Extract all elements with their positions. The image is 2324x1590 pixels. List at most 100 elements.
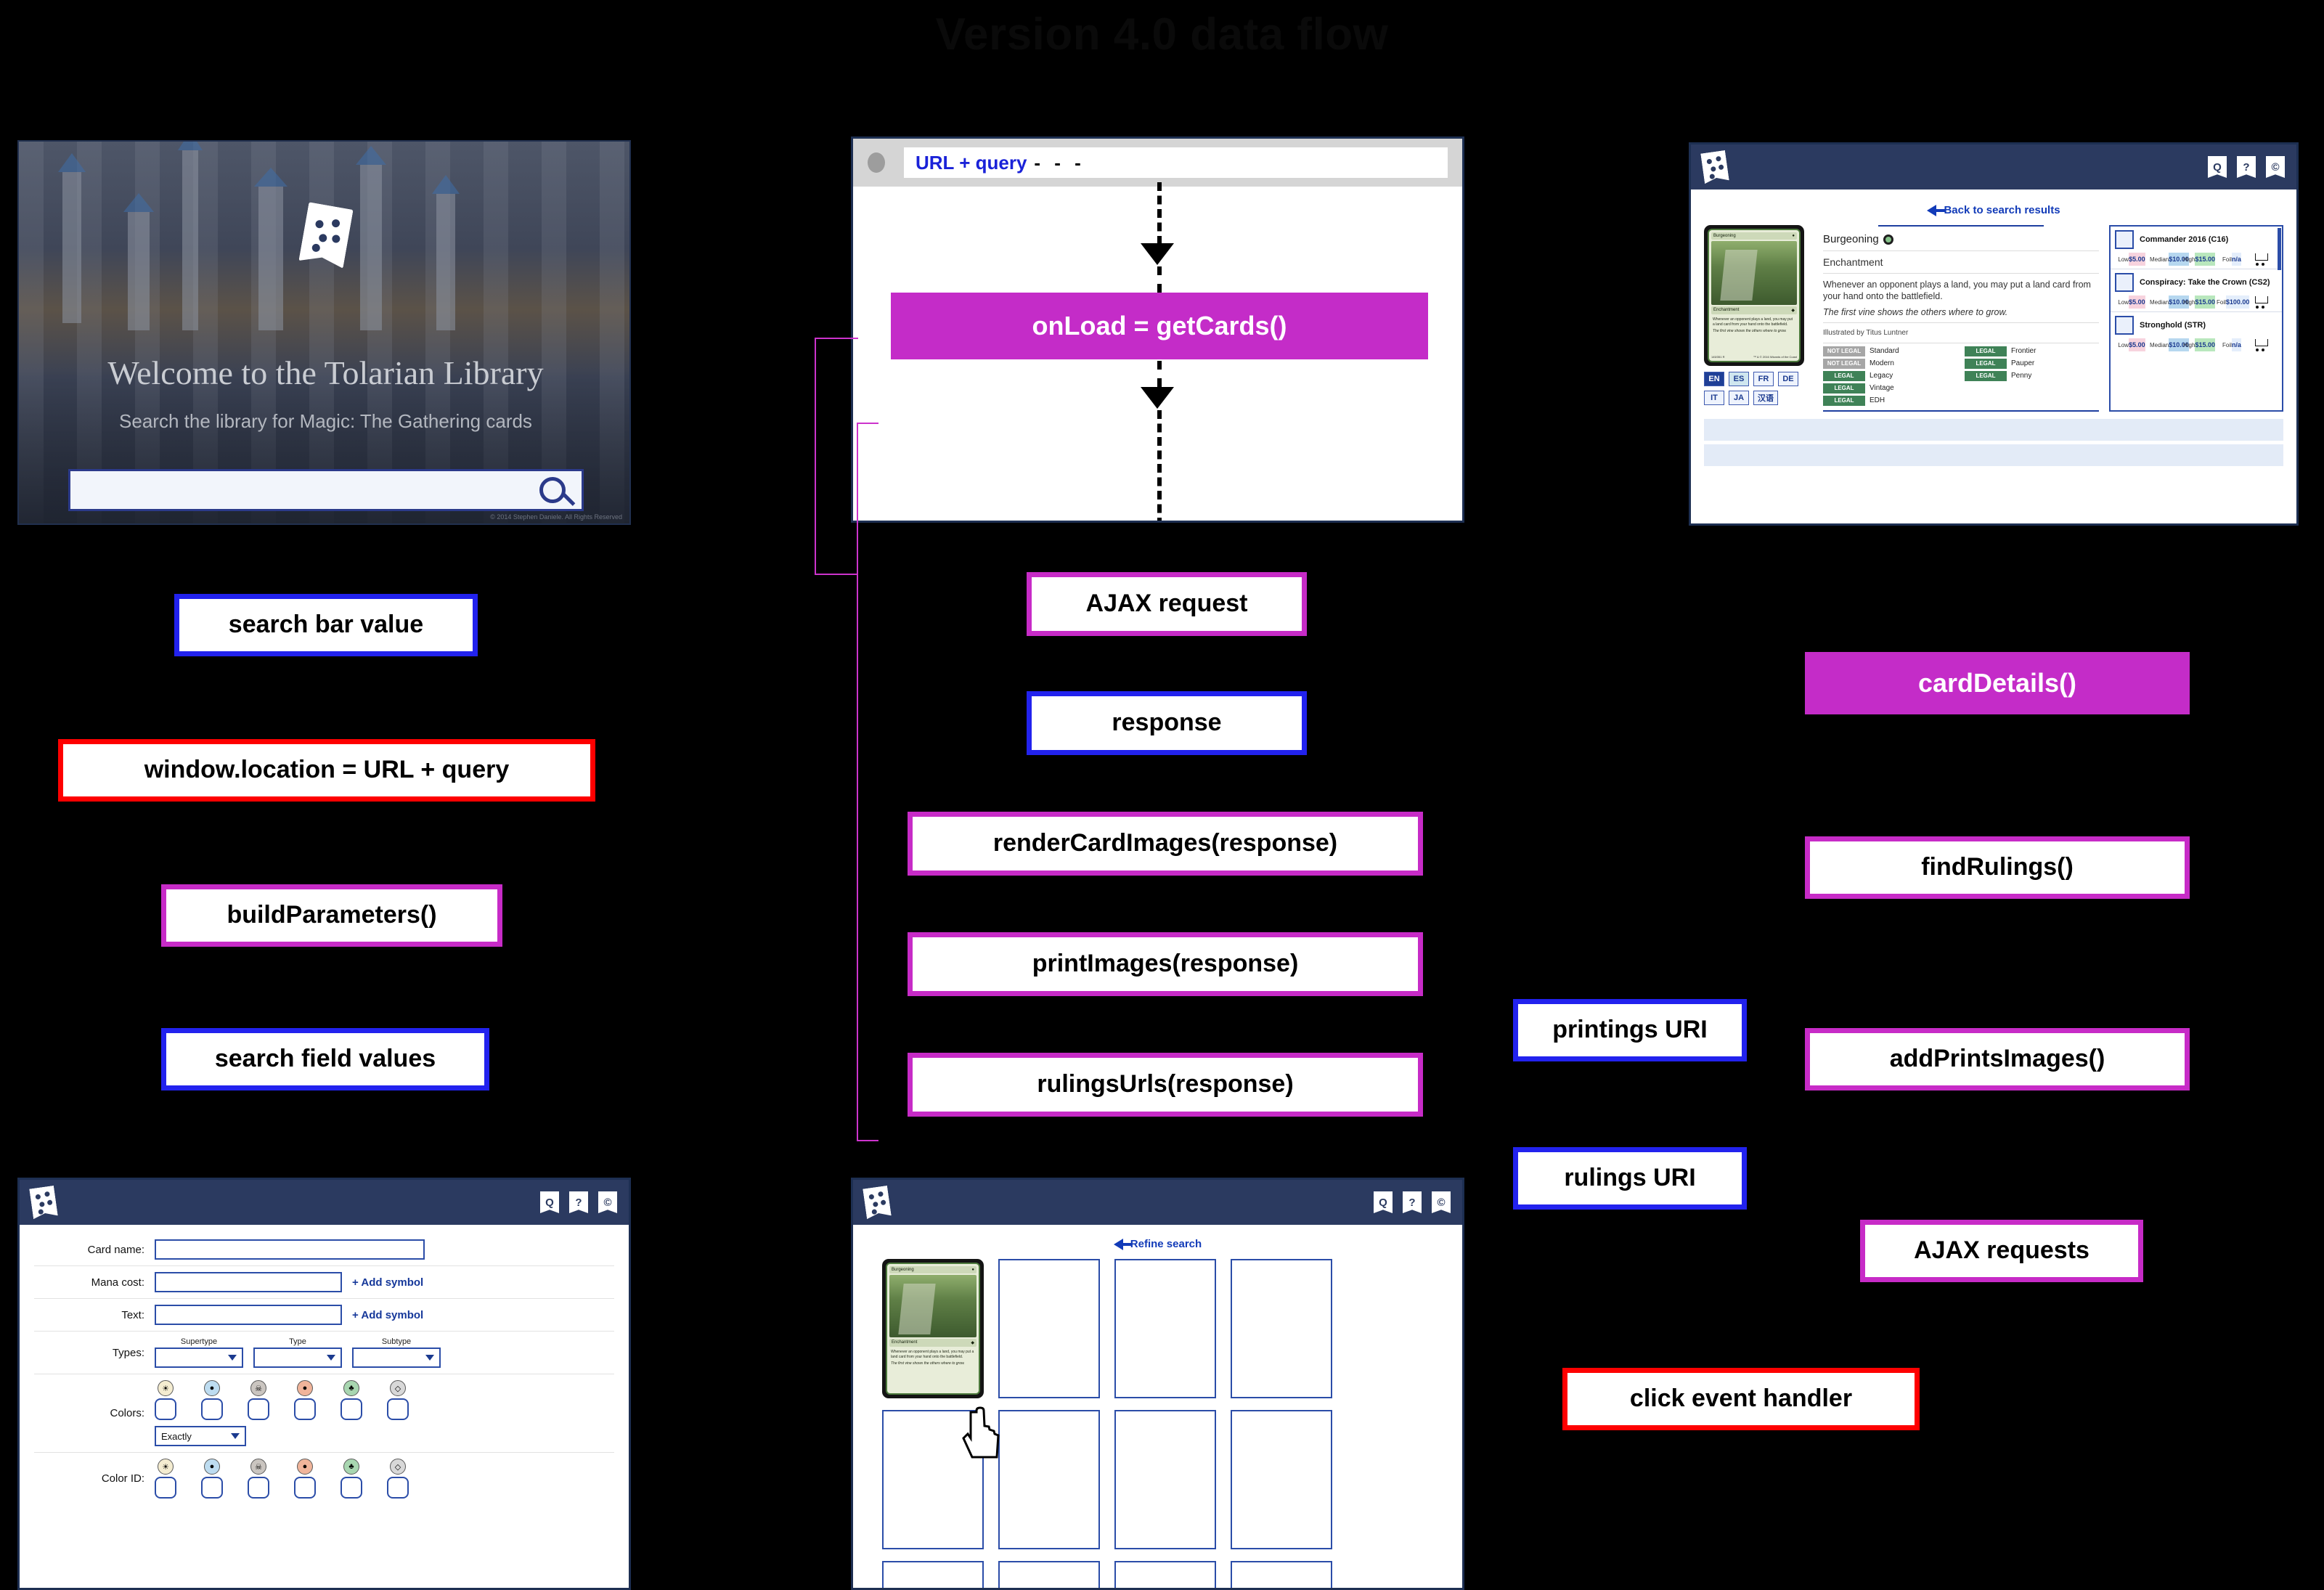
language-button-ja[interactable]: JA [1729,391,1749,405]
result-slot-empty[interactable] [1231,1561,1332,1588]
color-checkbox-white[interactable] [155,1398,176,1420]
text-label: Text: [121,1308,144,1321]
search-results-page: Refine search Burgeoning ● Enchantment ◆ [853,1225,1462,1588]
printing-row[interactable]: Conspiracy: Take the Crown (CS2) Low$5.0… [2111,269,2282,312]
divider [1823,250,2099,251]
printing-row[interactable]: Commander 2016 (C16) Low$5.00 Median$10.… [2111,227,2282,269]
blue-mana-icon: ● [204,1380,220,1396]
search-input[interactable] [68,469,584,511]
browser-window-search-results: Q ? © Refine search Burgeoning ● Enchant… [851,1178,1464,1590]
result-slot-empty[interactable] [1114,1410,1216,1549]
card-copyright: ™ & © 2016 Wizards of the Coast [1753,355,1797,359]
result-slot-empty[interactable] [998,1561,1100,1588]
colorid-checkbox-white[interactable] [155,1477,176,1499]
shopping-cart-icon[interactable] [2253,252,2269,266]
colorid-checkbox-green[interactable] [341,1477,362,1499]
search-icon[interactable]: Q [1374,1191,1393,1213]
tolarian-library-logo[interactable] [1700,150,1729,184]
color-match-value: Exactly [161,1430,192,1442]
black-mana-icon: ☠ [250,1459,266,1475]
text-input[interactable] [155,1305,342,1325]
refine-search-link[interactable]: Refine search [882,1238,1433,1250]
header-icons: Q ? © [1374,1191,1451,1213]
price-high: $15.00 [2195,253,2215,266]
language-button-it[interactable]: IT [1704,391,1724,405]
colorid-checkbox-colorless[interactable] [387,1477,409,1499]
result-slot-empty[interactable] [882,1561,984,1588]
arrow-left-icon [1927,204,1946,216]
shopping-cart-icon[interactable] [2253,295,2269,309]
result-card-burgeoning[interactable]: Burgeoning ● Enchantment ◆ Whenever an o… [882,1259,984,1398]
arrow-left-icon [1113,1238,1132,1250]
legality-format: EDH [1870,396,1885,405]
printing-row[interactable]: Stronghold (STR) Low$5.00 Median$10.00 H… [2111,312,2282,354]
copyright-icon[interactable]: © [598,1191,617,1213]
card-name-input[interactable] [155,1239,425,1260]
language-button-fr[interactable]: FR [1753,372,1774,386]
shopping-cart-icon[interactable] [2253,338,2269,351]
search-icon[interactable]: Q [2208,156,2227,178]
price-header-low: Low [2118,256,2129,263]
node-search-bar-value: search bar value [174,594,478,656]
color-checkbox-red[interactable] [294,1398,316,1420]
form-row-text: Text: + Add symbol [34,1299,614,1332]
copyright-icon[interactable]: © [2266,156,2285,178]
color-checkbox-colorless[interactable] [387,1398,409,1420]
supertype-select[interactable] [155,1348,243,1368]
colors-checkbox-row: ☀ ● ☠ ● ♣ ◇ [155,1380,409,1420]
add-symbol-button-text[interactable]: + Add symbol [352,1309,423,1321]
node-build-parameters: buildParameters() [161,884,502,947]
colorid-checkbox-red[interactable] [294,1477,316,1499]
search-icon[interactable]: Q [540,1191,559,1213]
language-button-en[interactable]: EN [1704,372,1724,386]
language-button-de[interactable]: DE [1778,372,1798,386]
pointer-hand-cursor [962,1406,1000,1459]
language-button-es[interactable]: ES [1729,372,1749,386]
help-icon[interactable]: ? [569,1191,588,1213]
colorid-checkbox-black[interactable] [248,1477,269,1499]
price-header-median: Median [2150,342,2169,348]
colorid-checkbox-blue[interactable] [201,1477,223,1499]
node-click-event-handler: click event handler [1562,1368,1920,1430]
color-checkbox-black[interactable] [248,1398,269,1420]
color-match-select[interactable]: Exactly [155,1426,246,1446]
color-checkbox-green[interactable] [341,1398,362,1420]
card-image[interactable]: Burgeoning ● Enchantment ◆ Whenever an o… [1704,225,1804,366]
price-foil: $100.00 [2225,295,2250,309]
back-to-search-results-link[interactable]: Back to search results [1704,204,2283,216]
subtype-select[interactable] [352,1348,441,1368]
price-header-high: High [2183,342,2195,348]
card-rules-text: Whenever an opponent plays a land, you m… [1823,280,2091,302]
result-slot-empty[interactable] [998,1410,1100,1549]
type-select[interactable] [253,1348,342,1368]
mana-cost-label: Mana cost: [91,1276,144,1289]
card-detail-grid: Burgeoning ● Enchantment ◆ Whenever an o… [1704,225,2283,412]
result-slot-empty[interactable] [998,1259,1100,1398]
card-name: Burgeoning [1823,231,2099,248]
flow-dash-mid2 [1157,361,1162,387]
chevron-down-icon [228,1355,237,1361]
address-bar[interactable]: URL + query - - - [904,147,1448,178]
printings-scrollbar[interactable] [2278,228,2281,270]
node-window-location: window.location = URL + query [58,739,595,802]
mana-cost-input[interactable] [155,1272,342,1292]
printings-panel: Commander 2016 (C16) Low$5.00 Median$10.… [2109,225,2283,412]
card-type-line: Enchantment [1823,256,1883,268]
legality-badge: NOT LEGAL [1823,358,1865,369]
help-icon[interactable]: ? [1403,1191,1422,1213]
color-checkbox-blue[interactable] [201,1398,223,1420]
result-slot-empty[interactable] [1231,1259,1332,1398]
onload-callout: onLoad = getCards() [891,293,1428,359]
add-symbol-button-mana[interactable]: + Add symbol [352,1276,423,1289]
result-slot-empty[interactable] [1114,1561,1216,1588]
language-button-zh[interactable]: 汉语 [1753,391,1778,405]
chevron-down-icon [327,1355,335,1361]
result-slot-empty[interactable] [1231,1410,1332,1549]
copyright-icon[interactable]: © [1432,1191,1451,1213]
tolarian-library-logo[interactable] [29,1186,58,1219]
help-icon[interactable]: ? [2237,156,2256,178]
result-slot-empty[interactable] [1114,1259,1216,1398]
castle-background [19,142,629,523]
tolarian-library-logo[interactable] [863,1186,892,1219]
set-name: Stronghold (STR) [2140,321,2206,330]
